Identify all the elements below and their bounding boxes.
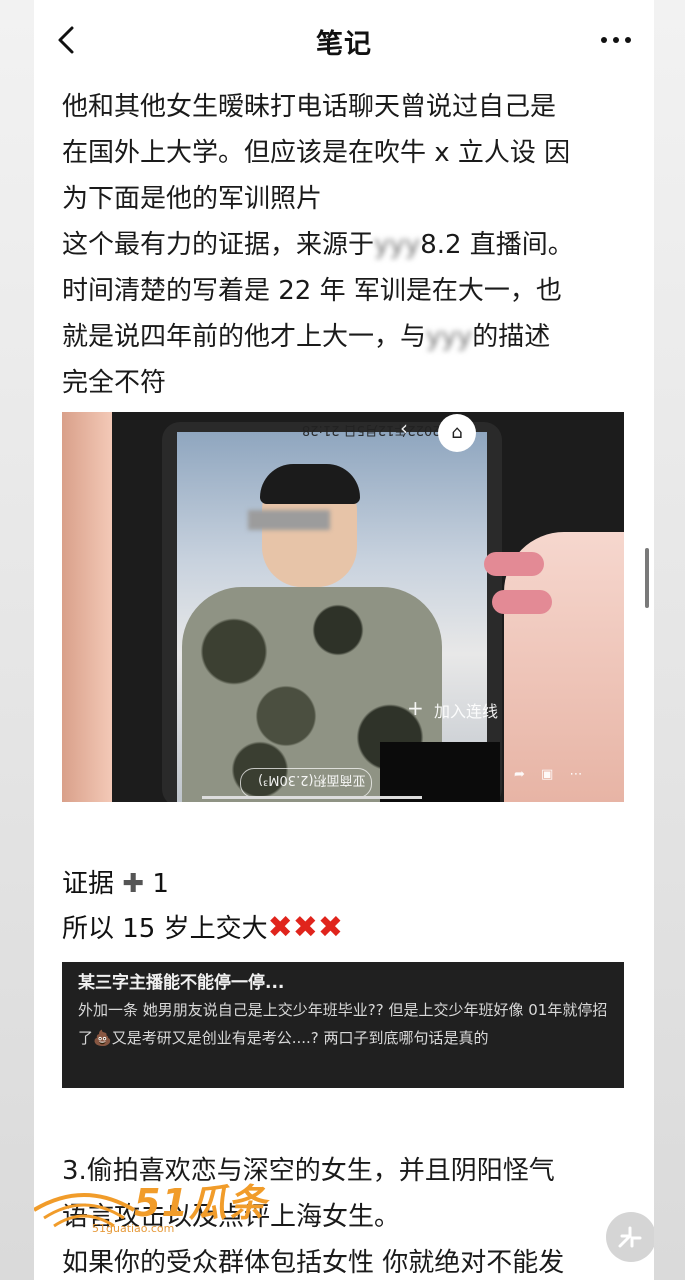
note-body-text: 他和其他女生暧昧打电话聊天曾说过自己是 在国外上大学。但应该是在吹牛 x 立人设… (62, 84, 632, 406)
plus-icon: + (407, 696, 424, 720)
body-line: 时间清楚的写着是 22 年 军训是在大一，也 (62, 276, 562, 306)
fingernail (492, 590, 552, 614)
left-hand (62, 412, 112, 802)
quote-card-text: 外加一条 她男朋友说自己是上交少年班毕业?? 但是上交少年班好像 01年就停招了… (78, 996, 610, 1052)
dark-overlay (380, 742, 500, 802)
body-line: 在国外上大学。但应该是在吹牛 x 立人设 因 (62, 138, 571, 168)
censor-blur (248, 510, 330, 530)
watermark-url: 51guatiao.com (92, 1222, 175, 1235)
body-segment: 就是说四年前的他才上大一，与 (62, 322, 427, 352)
plus-icon: ✚ (122, 869, 145, 899)
photo-timestamp: 2022年12月5日 21:28 (302, 422, 441, 437)
note-page: 笔记 他和其他女生暧昧打电话聊天曾说过自己是 在国外上大学。但应该是在吹牛 x … (34, 0, 654, 1280)
body-line: 他和其他女生暧昧打电话聊天曾说过自己是 (62, 92, 557, 122)
left-background-strip (0, 0, 34, 1280)
section-line: 如果你的受众群体包括女性 你就绝对不能发 (62, 1248, 565, 1278)
evidence-label: 证据 (62, 869, 115, 899)
page-title: 笔记 (316, 29, 372, 60)
home-icon: ⌂ (438, 414, 476, 452)
more-options-icon[interactable] (596, 28, 636, 52)
quote-text-part: 又是考研又是创业有是考公....? 两口子到底哪句话是真的 (111, 1029, 489, 1047)
quote-card-title: 某三字主播能不能停一停... (78, 973, 285, 993)
body-segment: 的描述 (472, 322, 551, 352)
right-background-strip (651, 0, 685, 1280)
progress-bar (202, 796, 422, 799)
blurred-name: yyy (426, 322, 473, 352)
watermark-brand: 51瓜条 (134, 1181, 267, 1225)
top-bar: 笔记 (34, 0, 654, 80)
blurred-name: yyy (374, 230, 421, 260)
evidence-photo[interactable]: 2022年12月5日 21:28 ‹ ⌂ + 加入连线 亚商面积(2.30M³)… (62, 412, 624, 802)
evidence-block: 证据 ✚ 1 所以 15 岁上交大✖✖✖ (62, 862, 343, 951)
dimension-label: 亚商面积(2.30M³) (258, 772, 366, 787)
body-segment: 8.2 直播间。 (420, 230, 574, 260)
collapse-arrows-icon (618, 1226, 642, 1248)
poop-emoji-icon: 💩 (93, 1029, 112, 1047)
body-line: 为下面是他的军训照片 (62, 184, 323, 214)
person-hair (260, 464, 360, 504)
scrollbar[interactable] (645, 548, 649, 608)
evidence-line: 证据 ✚ 1 (62, 862, 343, 906)
chevron-left-icon: ‹ (400, 416, 408, 440)
evidence-count: 1 (152, 869, 169, 899)
evidence-line: 所以 15 岁上交大✖✖✖ (62, 906, 343, 951)
body-line: 就是说四年前的他才上大一，与yyy的描述 (62, 314, 632, 360)
evidence-conclusion: 所以 15 岁上交大 (62, 914, 268, 944)
quote-card[interactable]: 某三字主播能不能停一停... 外加一条 她男朋友说自己是上交少年班毕业?? 但是… (62, 962, 624, 1088)
collapse-button[interactable] (606, 1212, 654, 1262)
red-cross-icons: ✖✖✖ (267, 910, 344, 945)
body-line: 这个最有力的证据，来源于yyy8.2 直播间。 (62, 222, 632, 268)
body-segment: 这个最有力的证据，来源于 (62, 230, 375, 260)
body-line: 完全不符 (62, 368, 167, 398)
fingernail (484, 552, 544, 576)
share-icons: ➦ ▣ ⋯ (514, 767, 589, 782)
join-link-label: 加入连线 (434, 702, 499, 721)
